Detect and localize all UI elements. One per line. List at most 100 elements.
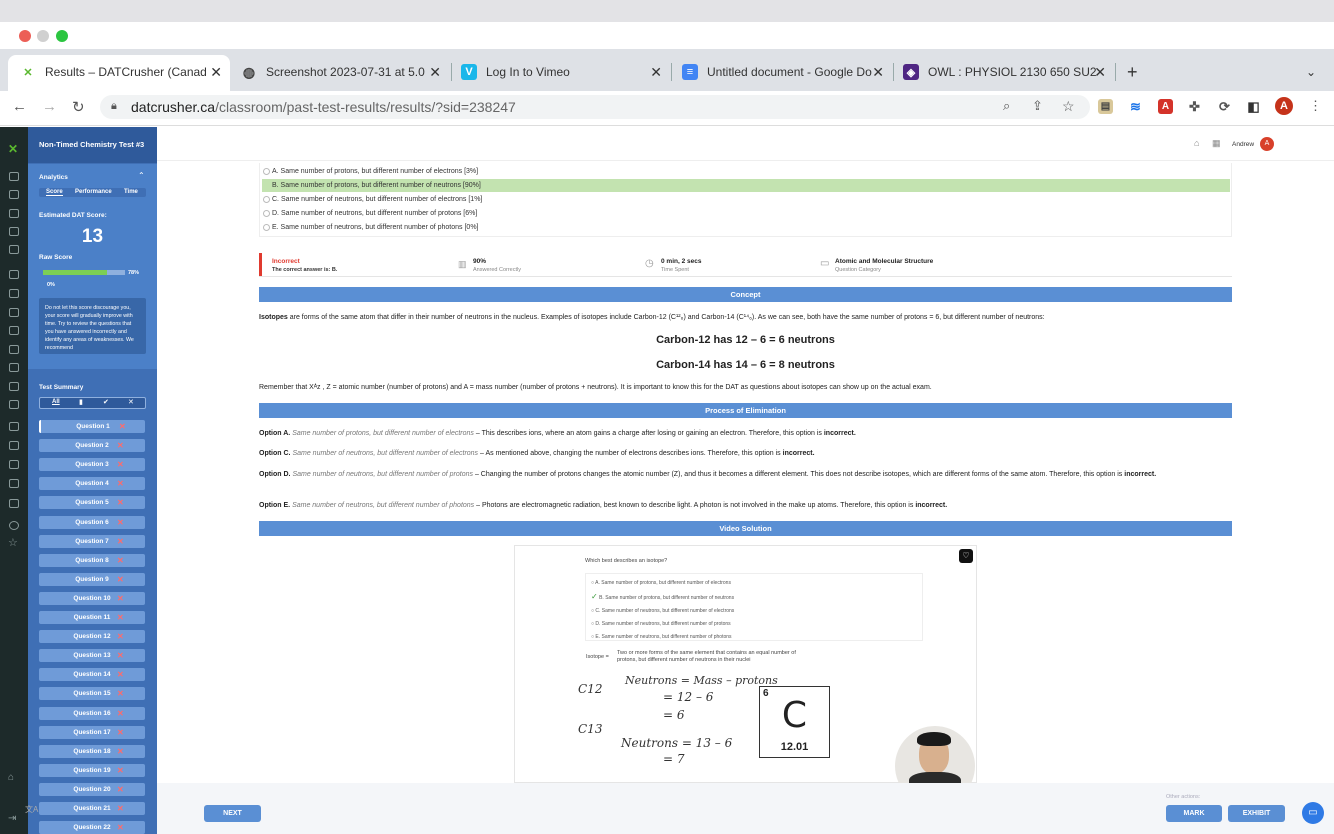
star-icon[interactable]: ☆ [8,536,18,549]
tab-performance[interactable]: Performance [75,189,112,195]
logout-icon[interactable]: ⇥ [8,813,16,824]
close-tab-icon[interactable]: ✕ [429,64,441,81]
extensions-puzzle-icon[interactable]: ✜ [1187,99,1202,114]
incorrect-x-icon: ✕ [117,804,124,813]
datcrusher-logo-icon[interactable]: ✕ [8,142,18,156]
url-text[interactable]: datcrusher.ca/classroom/past-test-result… [131,99,516,115]
extension-notes-icon[interactable]: ▤ [1098,99,1113,114]
collapse-chevron-icon[interactable]: ⌃ [138,171,145,180]
close-tab-icon[interactable]: ✕ [650,64,662,81]
answer-option-b[interactable]: B. Same number of protons, but different… [262,179,1230,192]
rail-icon-17[interactable] [9,479,19,488]
rail-icon-6[interactable] [9,270,19,279]
zoom-icon[interactable]: ⌕ [1003,98,1010,114]
question-nav-button[interactable]: Question 8 ✕ [39,553,145,567]
rail-icon-15[interactable] [9,441,19,450]
close-tab-icon[interactable]: ✕ [210,64,222,81]
rail-icon-14[interactable] [9,422,19,431]
question-nav-button[interactable]: Question 15 ✕ [39,687,145,701]
rail-icon-4[interactable] [9,227,19,236]
close-tab-icon[interactable]: ✕ [1094,64,1106,81]
question-nav-button[interactable]: Question 16 ✕ [39,706,145,720]
question-nav-button[interactable]: Question 3 ✕ [39,458,145,472]
question-nav-button[interactable]: Question 4 ✕ [39,477,145,491]
rail-icon-13[interactable] [9,400,19,409]
question-nav-button[interactable]: Question 6 ✕ [39,515,145,529]
close-tab-icon[interactable]: ✕ [872,64,884,81]
analytics-label: Analytics [39,174,68,181]
question-nav-button[interactable]: Question 20 ✕ [39,782,145,796]
filter-bookmark-icon[interactable]: ▮ [79,398,83,406]
video-player[interactable]: Which best describes an isotope? ○ A. Sa… [514,545,977,784]
question-nav-button[interactable]: Question 22 ✕ [39,821,145,834]
question-nav-button[interactable]: Question 19 ✕ [39,763,145,777]
new-tab-button[interactable]: + [1127,58,1138,86]
tab-search-button[interactable]: ⌄ [1306,58,1316,86]
tab-owl[interactable]: ◈ OWL : PHYSIOL 2130 650 SU2 ✕ [903,58,1106,86]
rail-icon-1[interactable] [9,172,19,181]
tab-time[interactable]: Time [124,189,138,195]
rail-icon-10[interactable] [9,345,19,354]
adobe-acrobat-icon[interactable]: A [1158,99,1173,114]
mark-button[interactable]: MARK [1166,805,1222,822]
reload-icon[interactable]: ↻ [72,98,85,116]
home-icon[interactable]: ⌂ [1194,138,1199,148]
forward-icon[interactable]: → [42,98,57,115]
question-nav-button[interactable]: Question 21 ✕ [39,802,145,815]
question-nav-button[interactable]: Question 7 ✕ [39,534,145,548]
side-panel-icon[interactable]: ◧ [1246,99,1261,114]
extension-sync-icon[interactable]: ⟳ [1217,99,1232,114]
maximize-window-button[interactable] [56,30,68,42]
answer-option-a[interactable]: A. Same number of protons, but different… [262,165,1230,178]
back-icon[interactable]: ← [12,98,27,115]
question-nav-button[interactable]: Question 18 ✕ [39,744,145,758]
question-nav-button[interactable]: Question 17 ✕ [39,725,145,739]
question-nav-button[interactable]: Question 5 ✕ [39,496,145,510]
calculator-icon[interactable]: ▦ [1212,138,1221,149]
filter-all[interactable]: All [52,399,60,405]
rail-icon-11[interactable] [9,363,19,372]
question-nav-button[interactable]: Question 10 ✕ [39,591,145,605]
question-nav-button[interactable]: Question 2 ✕ [39,439,145,453]
rail-icon-18[interactable] [9,499,19,508]
filter-x-icon[interactable]: ✕ [128,398,134,406]
question-nav-button[interactable]: Question 9 ✕ [39,572,145,586]
exhibit-button[interactable]: EXHIBIT [1228,805,1285,822]
rail-icon-9[interactable] [9,326,19,335]
tab-vimeo[interactable]: V Log In to Vimeo ✕ [461,58,662,86]
close-window-button[interactable] [19,30,31,42]
question-nav-button[interactable]: Question 13 ✕ [39,649,145,663]
tab-results[interactable]: ✕ Results – DATCrusher (Canad ✕ [20,58,222,86]
home-rail-icon[interactable]: ⌂ [8,772,14,783]
extension-wave-icon[interactable]: ≋ [1128,99,1143,114]
profile-avatar[interactable]: A [1275,97,1293,115]
account-icon[interactable] [9,521,19,530]
tab-screenshot[interactable]: ◍ Screenshot 2023-07-31 at 5.0 ✕ [241,58,441,86]
next-button[interactable]: NEXT [204,805,261,822]
bookmark-star-icon[interactable]: ☆ [1062,98,1075,115]
rail-icon-12[interactable] [9,382,19,391]
translate-icon[interactable]: 文A [25,804,38,815]
answer-option-e[interactable]: E. Same number of neutrons, but differen… [262,221,1230,234]
rail-icon-7[interactable] [9,289,19,298]
filter-check-icon[interactable]: ✔ [103,398,109,406]
tab-score[interactable]: Score [46,189,63,196]
heart-icon[interactable]: ♡ [959,549,973,563]
question-nav-button[interactable]: Question 12 ✕ [39,630,145,644]
answer-option-c[interactable]: C. Same number of neutrons, but differen… [262,193,1230,206]
rail-icon-3[interactable] [9,209,19,218]
tab-google-docs[interactable]: ≡ Untitled document - Google Do ✕ [682,58,884,86]
share-icon[interactable]: ⇪ [1032,98,1043,114]
rail-icon-2[interactable] [9,190,19,199]
minimize-window-button[interactable] [37,30,49,42]
rail-icon-8[interactable] [9,308,19,317]
question-nav-button[interactable]: Question 14 ✕ [39,668,145,682]
answer-option-d[interactable]: D. Same number of neutrons, but differen… [262,207,1230,220]
user-avatar[interactable]: A [1260,137,1274,151]
rail-icon-16[interactable] [9,460,19,469]
chat-support-icon[interactable]: ▭ [1302,802,1324,824]
more-menu-icon[interactable]: ⋮ [1309,98,1322,114]
rail-icon-5[interactable] [9,245,19,254]
question-nav-button[interactable]: Question 1 ✕ [39,420,145,433]
question-nav-button[interactable]: Question 11 ✕ [39,611,145,624]
